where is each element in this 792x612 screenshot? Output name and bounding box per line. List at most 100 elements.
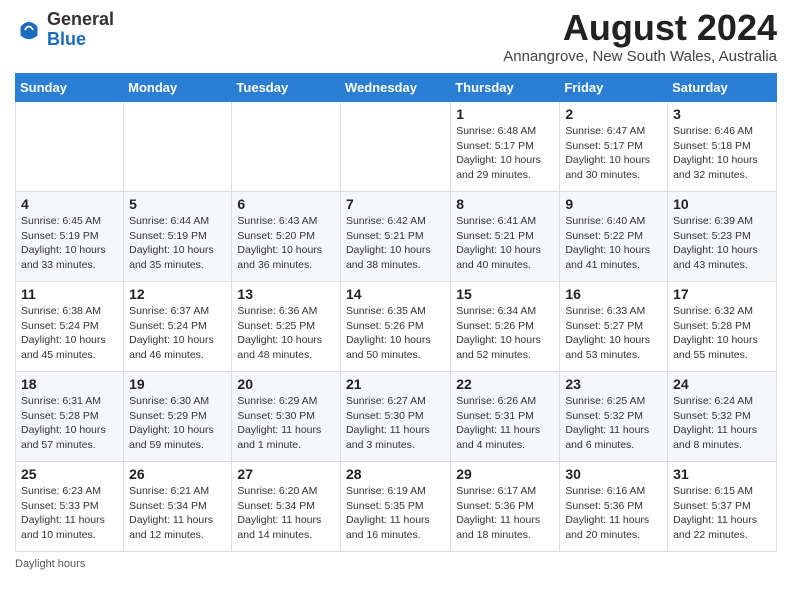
calendar-cell: 4 Sunrise: 6:45 AM Sunset: 5:19 PM Daylig… bbox=[16, 192, 124, 282]
calendar-header-wednesday: Wednesday bbox=[340, 74, 450, 102]
calendar-header-sunday: Sunday bbox=[16, 74, 124, 102]
calendar-cell: 26Sunrise: 6:21 AM Sunset: 5:34 PM Dayli… bbox=[124, 462, 232, 552]
logo: General Blue bbox=[15, 10, 114, 50]
calendar-cell bbox=[16, 102, 124, 192]
day-info: Sunrise: 6:39 AM Sunset: 5:23 PM Dayligh… bbox=[673, 214, 771, 273]
calendar-cell: 13Sunrise: 6:36 AM Sunset: 5:25 PM Dayli… bbox=[232, 282, 341, 372]
day-info: Sunrise: 6:30 AM Sunset: 5:29 PM Dayligh… bbox=[129, 394, 226, 453]
calendar-cell: 15 Sunrise: 6:34 AM Sunset: 5:26 PM Dayli… bbox=[451, 282, 560, 372]
day-number: 22 bbox=[456, 376, 554, 392]
day-number: 30 bbox=[565, 466, 662, 482]
calendar-cell: 14Sunrise: 6:35 AM Sunset: 5:26 PM Dayli… bbox=[340, 282, 450, 372]
day-number: 27 bbox=[237, 466, 335, 482]
day-info: Sunrise: 6:15 AM Sunset: 5:37 PM Dayligh… bbox=[673, 484, 771, 543]
day-number: 16 bbox=[565, 286, 662, 302]
day-number: 10 bbox=[673, 196, 771, 212]
calendar-cell: 3Sunrise: 6:46 AM Sunset: 5:18 PM Daylig… bbox=[668, 102, 777, 192]
day-number: 7 bbox=[346, 196, 445, 212]
calendar-cell: 12Sunrise: 6:37 AM Sunset: 5:24 PM Dayli… bbox=[124, 282, 232, 372]
calendar-cell: 23Sunrise: 6:25 AM Sunset: 5:32 PM Dayli… bbox=[560, 372, 668, 462]
day-number: 24 bbox=[673, 376, 771, 392]
calendar-cell: 17Sunrise: 6:32 AM Sunset: 5:28 PM Dayli… bbox=[668, 282, 777, 372]
calendar-cell bbox=[124, 102, 232, 192]
day-number: 15 bbox=[456, 286, 554, 302]
calendar-week-row: 4 Sunrise: 6:45 AM Sunset: 5:19 PM Daylig… bbox=[16, 192, 777, 282]
calendar-cell: 31 Sunrise: 6:15 AM Sunset: 5:37 PM Dayli… bbox=[668, 462, 777, 552]
calendar-cell: 16 Sunrise: 6:33 AM Sunset: 5:27 PM Dayli… bbox=[560, 282, 668, 372]
page-header: General Blue August 2024 Annangrove, New… bbox=[15, 10, 777, 65]
day-info: Sunrise: 6:35 AM Sunset: 5:26 PM Dayligh… bbox=[346, 304, 445, 363]
month-year-title: August 2024 bbox=[503, 10, 777, 46]
day-number: 2 bbox=[565, 106, 662, 122]
calendar-week-row: 1 Sunrise: 6:48 AM Sunset: 5:17 PM Daylig… bbox=[16, 102, 777, 192]
day-number: 4 bbox=[21, 196, 118, 212]
calendar-cell: 6 Sunrise: 6:43 AM Sunset: 5:20 PM Daylig… bbox=[232, 192, 341, 282]
calendar-header-friday: Friday bbox=[560, 74, 668, 102]
calendar-header-row: SundayMondayTuesdayWednesdayThursdayFrid… bbox=[16, 74, 777, 102]
day-number: 1 bbox=[456, 106, 554, 122]
calendar-cell bbox=[232, 102, 341, 192]
footer-note: Daylight hours bbox=[15, 558, 777, 570]
day-info: Sunrise: 6:37 AM Sunset: 5:24 PM Dayligh… bbox=[129, 304, 226, 363]
calendar-cell: 29Sunrise: 6:17 AM Sunset: 5:36 PM Dayli… bbox=[451, 462, 560, 552]
logo-blue: Blue bbox=[47, 29, 86, 49]
day-number: 9 bbox=[565, 196, 662, 212]
day-number: 19 bbox=[129, 376, 226, 392]
calendar-cell: 9 Sunrise: 6:40 AM Sunset: 5:22 PM Daylig… bbox=[560, 192, 668, 282]
day-info: Sunrise: 6:34 AM Sunset: 5:26 PM Dayligh… bbox=[456, 304, 554, 363]
day-info: Sunrise: 6:26 AM Sunset: 5:31 PM Dayligh… bbox=[456, 394, 554, 453]
calendar-cell: 30 Sunrise: 6:16 AM Sunset: 5:36 PM Dayli… bbox=[560, 462, 668, 552]
day-info: Sunrise: 6:43 AM Sunset: 5:20 PM Dayligh… bbox=[237, 214, 335, 273]
day-number: 18 bbox=[21, 376, 118, 392]
calendar-cell bbox=[340, 102, 450, 192]
day-number: 28 bbox=[346, 466, 445, 482]
day-number: 23 bbox=[565, 376, 662, 392]
day-info: Sunrise: 6:27 AM Sunset: 5:30 PM Dayligh… bbox=[346, 394, 445, 453]
calendar-header-saturday: Saturday bbox=[668, 74, 777, 102]
location-subtitle: Annangrove, New South Wales, Australia bbox=[503, 48, 777, 65]
calendar-week-row: 11 Sunrise: 6:38 AM Sunset: 5:24 PM Dayli… bbox=[16, 282, 777, 372]
day-info: Sunrise: 6:24 AM Sunset: 5:32 PM Dayligh… bbox=[673, 394, 771, 453]
calendar-cell: 20Sunrise: 6:29 AM Sunset: 5:30 PM Dayli… bbox=[232, 372, 341, 462]
day-number: 6 bbox=[237, 196, 335, 212]
day-info: Sunrise: 6:41 AM Sunset: 5:21 PM Dayligh… bbox=[456, 214, 554, 273]
day-info: Sunrise: 6:40 AM Sunset: 5:22 PM Dayligh… bbox=[565, 214, 662, 273]
calendar-week-row: 25 Sunrise: 6:23 AM Sunset: 5:33 PM Dayli… bbox=[16, 462, 777, 552]
calendar-cell: 28 Sunrise: 6:19 AM Sunset: 5:35 PM Dayli… bbox=[340, 462, 450, 552]
day-number: 11 bbox=[21, 286, 118, 302]
day-number: 17 bbox=[673, 286, 771, 302]
day-info: Sunrise: 6:19 AM Sunset: 5:35 PM Dayligh… bbox=[346, 484, 445, 543]
day-info: Sunrise: 6:23 AM Sunset: 5:33 PM Dayligh… bbox=[21, 484, 118, 543]
day-info: Sunrise: 6:33 AM Sunset: 5:27 PM Dayligh… bbox=[565, 304, 662, 363]
logo-icon bbox=[15, 16, 43, 44]
calendar-header-tuesday: Tuesday bbox=[232, 74, 341, 102]
day-number: 31 bbox=[673, 466, 771, 482]
day-info: Sunrise: 6:45 AM Sunset: 5:19 PM Dayligh… bbox=[21, 214, 118, 273]
day-info: Sunrise: 6:31 AM Sunset: 5:28 PM Dayligh… bbox=[21, 394, 118, 453]
day-info: Sunrise: 6:48 AM Sunset: 5:17 PM Dayligh… bbox=[456, 124, 554, 183]
day-info: Sunrise: 6:16 AM Sunset: 5:36 PM Dayligh… bbox=[565, 484, 662, 543]
day-info: Sunrise: 6:20 AM Sunset: 5:34 PM Dayligh… bbox=[237, 484, 335, 543]
calendar-cell: 25 Sunrise: 6:23 AM Sunset: 5:33 PM Dayli… bbox=[16, 462, 124, 552]
title-block: August 2024 Annangrove, New South Wales,… bbox=[503, 10, 777, 65]
calendar-header-monday: Monday bbox=[124, 74, 232, 102]
calendar-cell: 22 Sunrise: 6:26 AM Sunset: 5:31 PM Dayli… bbox=[451, 372, 560, 462]
calendar-table: SundayMondayTuesdayWednesdayThursdayFrid… bbox=[15, 73, 777, 552]
calendar-cell: 19 Sunrise: 6:30 AM Sunset: 5:29 PM Dayli… bbox=[124, 372, 232, 462]
calendar-cell: 18 Sunrise: 6:31 AM Sunset: 5:28 PM Dayli… bbox=[16, 372, 124, 462]
calendar-cell: 8 Sunrise: 6:41 AM Sunset: 5:21 PM Daylig… bbox=[451, 192, 560, 282]
calendar-cell: 21 Sunrise: 6:27 AM Sunset: 5:30 PM Dayli… bbox=[340, 372, 450, 462]
logo-general: General bbox=[47, 9, 114, 29]
day-info: Sunrise: 6:36 AM Sunset: 5:25 PM Dayligh… bbox=[237, 304, 335, 363]
day-number: 20 bbox=[237, 376, 335, 392]
day-number: 21 bbox=[346, 376, 445, 392]
day-info: Sunrise: 6:42 AM Sunset: 5:21 PM Dayligh… bbox=[346, 214, 445, 273]
day-number: 25 bbox=[21, 466, 118, 482]
day-info: Sunrise: 6:46 AM Sunset: 5:18 PM Dayligh… bbox=[673, 124, 771, 183]
day-info: Sunrise: 6:38 AM Sunset: 5:24 PM Dayligh… bbox=[21, 304, 118, 363]
day-number: 5 bbox=[129, 196, 226, 212]
day-number: 26 bbox=[129, 466, 226, 482]
calendar-cell: 10 Sunrise: 6:39 AM Sunset: 5:23 PM Dayli… bbox=[668, 192, 777, 282]
calendar-cell: 7 Sunrise: 6:42 AM Sunset: 5:21 PM Daylig… bbox=[340, 192, 450, 282]
day-number: 8 bbox=[456, 196, 554, 212]
